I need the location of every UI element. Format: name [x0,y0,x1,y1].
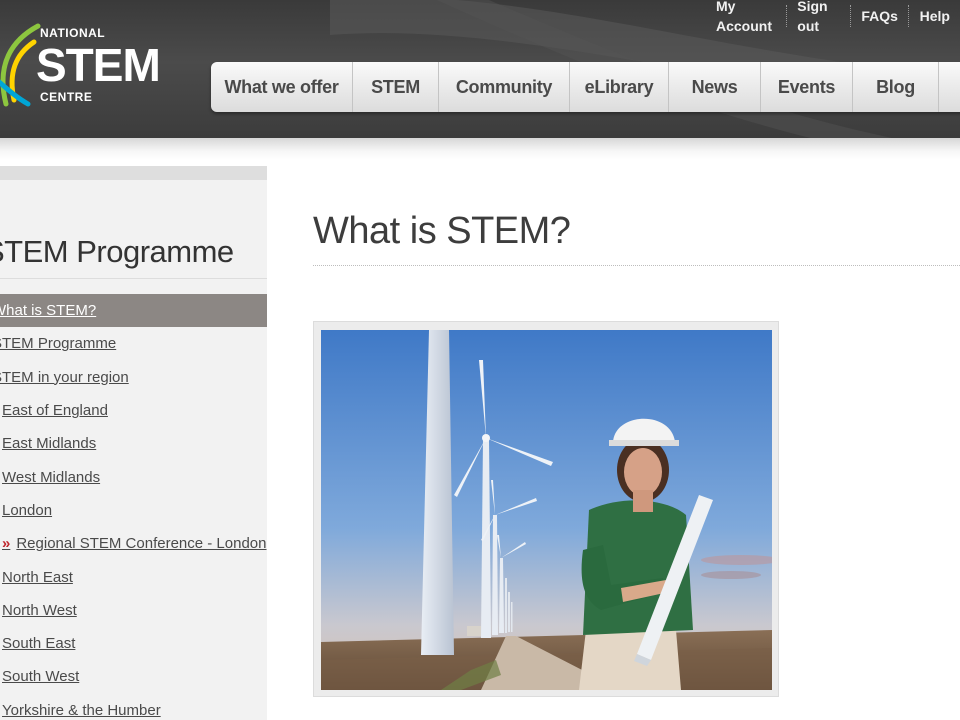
sidebar-item-label: North East [2,568,73,586]
nav-stem[interactable]: STEM [353,62,439,112]
nav-overflow[interactable] [939,62,960,112]
sidebar: STEM Programme What is STEM? STEM Progra… [0,166,267,720]
sidebar-item-north-east[interactable]: North East [0,560,267,593]
nav-what-we-offer[interactable]: What we offer [211,62,353,112]
sidebar-item-label: What is STEM? [0,302,97,320]
sidebar-item-stem-programme[interactable]: STEM Programme [0,327,267,360]
nav-news[interactable]: News [669,62,761,112]
sidebar-item-label: STEM Programme [0,335,117,353]
site-header: NATIONAL STEM CENTRE My Account Sign out… [0,0,960,138]
nav-events[interactable]: Events [761,62,853,112]
sidebar-item-west-midlands[interactable]: West Midlands [0,460,267,493]
page-title: What is STEM? [313,210,571,252]
sidebar-item-south-east[interactable]: South East [0,627,267,660]
main-nav: What we offer STEM Community eLibrary Ne… [211,62,960,112]
help-link[interactable]: Help [910,6,960,26]
sidebar-item-regional-stem-conference-london[interactable]: » Regional STEM Conference - London [0,527,267,560]
logo-text-centre: CENTRE [40,90,93,104]
sidebar-item-label: South East [2,635,76,653]
faqs-link[interactable]: FAQs [851,6,908,26]
sidebar-item-east-of-england[interactable]: East of England [0,394,267,427]
sidebar-title: STEM Programme [0,234,234,269]
sidebar-item-london[interactable]: London [0,494,267,527]
nav-blog[interactable]: Blog [853,62,939,112]
site-logo[interactable]: NATIONAL STEM CENTRE [0,14,161,114]
sidebar-item-label: London [2,501,53,519]
sidebar-item-label: West Midlands [2,468,101,486]
utility-nav: My Account Sign out FAQs Help [706,0,960,34]
sidebar-menu: What is STEM? STEM Programme STEM in you… [0,294,267,720]
sidebar-item-what-is-stem[interactable]: What is STEM? [0,294,267,328]
nav-community[interactable]: Community [439,62,570,112]
divider [313,265,960,266]
logo-text-stem: STEM [36,39,161,91]
chevron-right-icon: » [2,535,11,553]
sidebar-item-label: South West [2,668,80,686]
sidebar-item-label: Regional STEM Conference - London [16,535,267,553]
sidebar-item-yorkshire-the-humber[interactable]: Yorkshire & the Humber [0,694,267,720]
nav-elibrary[interactable]: eLibrary [570,62,669,112]
sidebar-item-label: STEM in your region [0,368,129,386]
sidebar-item-label: East of England [2,402,108,420]
sidebar-item-stem-in-your-region[interactable]: STEM in your region [0,361,267,394]
sidebar-item-label: North West [2,601,77,619]
sidebar-item-label: Yorkshire & the Humber [2,701,161,719]
sidebar-top-bar [0,166,267,180]
divider [0,278,267,279]
sidebar-item-south-west[interactable]: South West [0,660,267,693]
hero-image-frame [313,321,779,697]
sidebar-item-east-midlands[interactable]: East Midlands [0,427,267,460]
sign-out-link[interactable]: Sign out [787,0,849,36]
logo-text-national: NATIONAL [40,26,106,40]
header-shadow [0,138,960,160]
sidebar-item-north-west[interactable]: North West [0,594,267,627]
my-account-link[interactable]: My Account [706,0,786,36]
sidebar-item-label: East Midlands [2,435,97,453]
hero-photo-wind-turbines-engineer [321,330,772,690]
